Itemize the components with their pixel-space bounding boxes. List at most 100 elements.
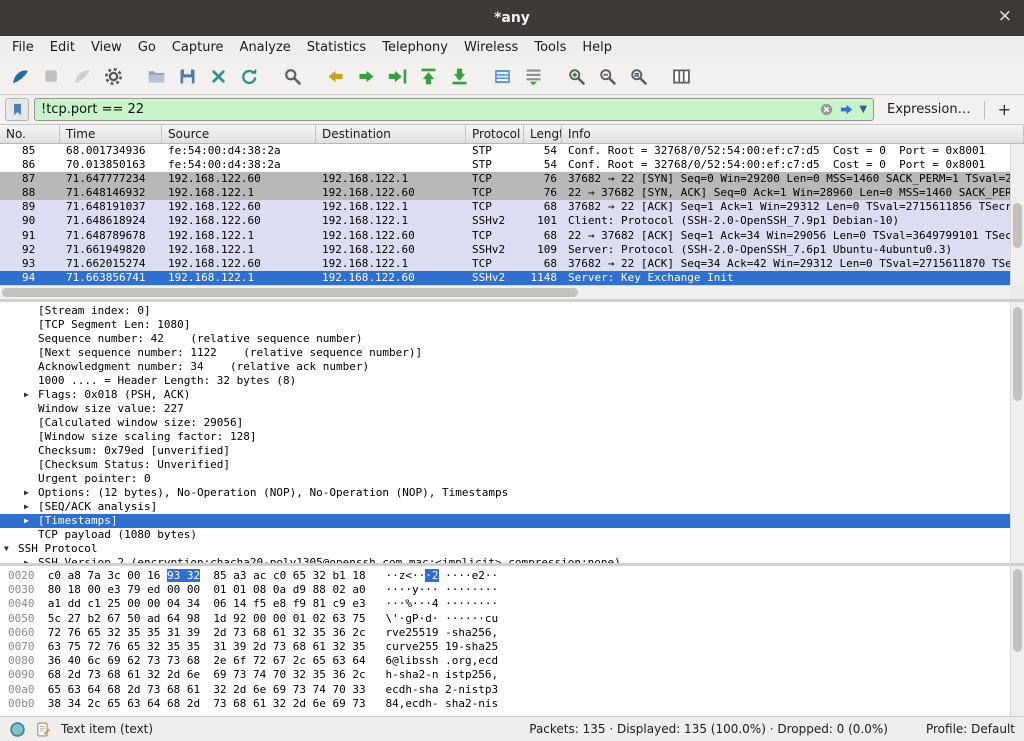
menu-telephony[interactable]: Telephony: [374, 38, 456, 57]
expression-button[interactable]: Expression…: [879, 102, 979, 117]
zoom-original-button[interactable]: [623, 62, 653, 90]
hex-row-0080[interactable]: 0080 36 40 6c 69 62 73 73 68 2e 6f 72 67…: [0, 654, 1010, 668]
hex-vscrollbar[interactable]: [1010, 566, 1024, 716]
packet-row-90[interactable]: 9071.648618924192.168.122.60192.168.122.…: [0, 214, 1010, 228]
filter-dropdown-icon[interactable]: ▼: [859, 104, 867, 115]
column-header-source[interactable]: Source: [162, 125, 316, 143]
collapsed-expander-icon[interactable]: ▶: [24, 486, 38, 500]
detail-line[interactable]: ▶SSH Version 2 (encryption:chacha20-poly…: [0, 556, 1010, 563]
detail-line[interactable]: [TCP Segment Len: 1080]: [0, 318, 1010, 332]
add-filter-button[interactable]: +: [990, 100, 1019, 119]
packet-list-hscrollbar[interactable]: [0, 285, 1010, 299]
hex-row-0030[interactable]: 0030 80 18 00 e3 79 ed 00 00 01 01 08 0a…: [0, 583, 1010, 597]
display-filter-input[interactable]: !tcp.port == 22 ▼: [34, 98, 874, 121]
menu-go[interactable]: Go: [130, 38, 164, 57]
collapsed-expander-icon[interactable]: ▶: [24, 500, 38, 514]
hex-row-0040[interactable]: 0040 a1 dd c1 25 00 00 04 34 06 14 f5 e8…: [0, 597, 1010, 611]
hex-row-00a0[interactable]: 00a0 65 63 64 68 2d 73 68 61 32 2d 6e 69…: [0, 683, 1010, 697]
detail-line[interactable]: [Next sequence number: 1122 (relative se…: [0, 346, 1010, 360]
column-header-length[interactable]: Length: [524, 125, 562, 143]
hex-row-0090[interactable]: 0090 68 2d 73 68 61 32 2d 6e 69 73 74 70…: [0, 668, 1010, 682]
column-header-time[interactable]: Time: [60, 125, 162, 143]
hex-row-00b0[interactable]: 00b0 38 34 2c 65 63 64 68 2d 73 68 61 32…: [0, 697, 1010, 711]
column-header-destination[interactable]: Destination: [316, 125, 466, 143]
resize-columns-button[interactable]: [666, 62, 696, 90]
detail-line[interactable]: Window size value: 227: [0, 402, 1010, 416]
menu-help[interactable]: Help: [574, 38, 620, 57]
collapsed-expander-icon[interactable]: ▶: [24, 556, 38, 563]
detail-line[interactable]: [Checksum Status: Unverified]: [0, 458, 1010, 472]
packet-row-86[interactable]: 8670.013850163fe:54:00:d4:38:2aSTP54Conf…: [0, 158, 1010, 172]
packet-row-87[interactable]: 8771.647777234192.168.122.60192.168.122.…: [0, 172, 1010, 186]
packet-row-92[interactable]: 9271.661949820192.168.122.1192.168.122.6…: [0, 243, 1010, 257]
packet-row-91[interactable]: 9171.648789678192.168.122.1192.168.122.6…: [0, 229, 1010, 243]
clear-filter-icon[interactable]: [819, 102, 834, 117]
menu-view[interactable]: View: [83, 38, 130, 57]
menu-wireless[interactable]: Wireless: [456, 38, 526, 57]
filter-bookmark-button[interactable]: [5, 98, 29, 121]
detail-line[interactable]: ▶[SEQ/ACK analysis]: [0, 500, 1010, 514]
detail-line[interactable]: Urgent pointer: 0: [0, 472, 1010, 486]
menu-edit[interactable]: Edit: [42, 38, 83, 57]
zoom-in-button[interactable]: [561, 62, 591, 90]
detail-line[interactable]: 1000 .... = Header Length: 32 bytes (8): [0, 374, 1010, 388]
open-file-button[interactable]: [141, 62, 171, 90]
go-bottom-button[interactable]: [444, 62, 474, 90]
hscrollbar-thumb[interactable]: [2, 288, 578, 297]
hex-row-0060[interactable]: 0060 72 76 65 32 35 35 31 39 2d 73 68 61…: [0, 626, 1010, 640]
collapsed-expander-icon[interactable]: ▶: [24, 388, 38, 402]
hex-row-0020[interactable]: 0020 c0 a8 7a 3c 00 16 93 32 85 a3 ac c0…: [0, 569, 1010, 583]
save-file-button[interactable]: [172, 62, 202, 90]
titlebar[interactable]: *any ×: [0, 0, 1024, 36]
detail-line[interactable]: [Window size scaling factor: 128]: [0, 430, 1010, 444]
menu-analyze[interactable]: Analyze: [232, 38, 299, 57]
packet-list-vscrollbar[interactable]: [1010, 144, 1024, 285]
detail-line[interactable]: Acknowledgment number: 34 (relative ack …: [0, 360, 1010, 374]
hex-row-0050[interactable]: 0050 5c 27 b2 67 50 ad 64 98 1d 92 00 00…: [0, 612, 1010, 626]
menu-file[interactable]: File: [4, 38, 42, 57]
detail-line[interactable]: Checksum: 0x79ed [unverified]: [0, 444, 1010, 458]
go-to-packet-button[interactable]: [382, 62, 412, 90]
detail-line[interactable]: Sequence number: 42 (relative sequence n…: [0, 332, 1010, 346]
close-file-button[interactable]: [203, 62, 233, 90]
start-capture-button[interactable]: [5, 62, 35, 90]
detail-line[interactable]: ▼SSH Protocol: [0, 542, 1010, 556]
detail-line[interactable]: TCP payload (1080 bytes): [0, 528, 1010, 542]
zoom-out-button[interactable]: [592, 62, 622, 90]
capture-options-button[interactable]: [98, 62, 128, 90]
vscrollbar-thumb[interactable]: [1013, 203, 1022, 248]
detail-line[interactable]: ▶Options: (12 bytes), No-Operation (NOP)…: [0, 486, 1010, 500]
close-window-button[interactable]: ×: [998, 8, 1012, 25]
packet-row-88[interactable]: 8871.648146932192.168.122.1192.168.122.6…: [0, 186, 1010, 200]
column-header-protocol[interactable]: Protocol: [466, 125, 524, 143]
find-packet-button[interactable]: [277, 62, 307, 90]
go-forward-button[interactable]: [351, 62, 381, 90]
go-back-button[interactable]: [320, 62, 350, 90]
detail-line[interactable]: ▶[Timestamps]: [0, 514, 1010, 528]
hex-row-0070[interactable]: 0070 63 75 72 76 65 32 35 35 31 39 2d 73…: [0, 640, 1010, 654]
detail-line[interactable]: ▶Flags: 0x018 (PSH, ACK): [0, 388, 1010, 402]
packet-row-93[interactable]: 9371.662015274192.168.122.60192.168.122.…: [0, 257, 1010, 271]
expanded-expander-icon[interactable]: ▼: [4, 542, 18, 556]
apply-filter-icon[interactable]: [839, 102, 854, 117]
vscrollbar-thumb[interactable]: [1013, 307, 1022, 401]
menu-capture[interactable]: Capture: [164, 38, 232, 57]
menu-tools[interactable]: Tools: [526, 38, 574, 57]
detail-line[interactable]: [Calculated window size: 29056]: [0, 416, 1010, 430]
reload-button[interactable]: [234, 62, 264, 90]
capture-comment-icon[interactable]: [35, 721, 52, 738]
packet-row-94[interactable]: 9471.663856741192.168.122.1192.168.122.6…: [0, 271, 1010, 285]
packet-row-89[interactable]: 8971.648191037192.168.122.60192.168.122.…: [0, 200, 1010, 214]
vscrollbar-thumb[interactable]: [1013, 569, 1022, 652]
expert-info-icon[interactable]: [9, 721, 26, 738]
column-header-info[interactable]: Info: [562, 125, 1024, 143]
menu-statistics[interactable]: Statistics: [299, 38, 374, 57]
go-top-button[interactable]: [413, 62, 443, 90]
packet-row-85[interactable]: 8568.001734936fe:54:00:d4:38:2aSTP54Conf…: [0, 144, 1010, 158]
details-vscrollbar[interactable]: [1010, 302, 1024, 563]
column-header-no[interactable]: No.: [0, 125, 60, 143]
detail-line[interactable]: [Stream index: 0]: [0, 304, 1010, 318]
auto-scroll-button[interactable]: [518, 62, 548, 90]
colorize-button[interactable]: [487, 62, 517, 90]
collapsed-expander-icon[interactable]: ▶: [24, 514, 38, 528]
